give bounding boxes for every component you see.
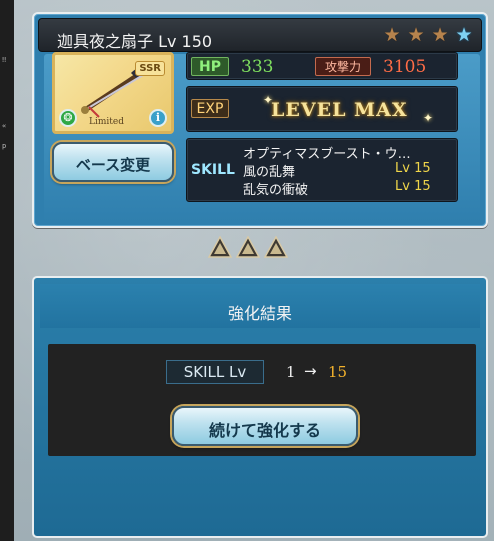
rarity-badge: SSR	[135, 61, 165, 76]
exp-row: EXP ✦ LEVEL MAX ✦	[186, 86, 458, 132]
attack-value: 3105	[383, 57, 427, 77]
left-sidebar-strip: ‼ « p	[0, 0, 14, 541]
star-icon: ★	[407, 24, 425, 46]
up-arrow-icon	[264, 236, 288, 258]
continue-upgrade-button[interactable]: 続けて強化する	[172, 406, 358, 446]
result-header: 強化結果	[40, 284, 480, 328]
skill-level: Lv 15	[395, 179, 431, 194]
weapon-thumbnail[interactable]: SSR ❂ Limited i	[52, 52, 174, 134]
up-arrow-icon	[208, 236, 232, 258]
star-icon: ★	[383, 24, 401, 46]
skill-level: Lv 15	[395, 161, 431, 176]
item-title-bar: 迦具夜之扇子 Lv 150 ★ ★ ★ ★	[38, 18, 482, 52]
skill-level-from: 1	[286, 363, 296, 381]
continue-upgrade-label: 続けて強化する	[208, 421, 321, 440]
change-base-button[interactable]: ベース変更	[52, 142, 174, 182]
level-max-text: LEVEL MAX	[271, 99, 408, 121]
sparkle-icon: ✦	[423, 111, 434, 125]
skill-level-to: 15	[328, 363, 348, 381]
sidebar-mark: «	[2, 122, 7, 130]
upgrade-result-panel: 強化結果 SKILL Lv 1 → 15 続けて強化する	[32, 276, 488, 538]
skill-name: 風の乱舞	[243, 165, 296, 180]
skill-name: 乱気の衝破	[243, 183, 309, 198]
skill-name: オプティマスブースト・ウ…	[243, 147, 411, 162]
hp-label: HP	[191, 57, 229, 76]
item-name-level: 迦具夜之扇子 Lv 150	[57, 32, 213, 51]
uncap-stars: ★ ★ ★ ★	[383, 25, 473, 45]
arrow-right-icon: →	[304, 362, 317, 380]
star-icon: ★	[431, 24, 449, 46]
star-icon: ★	[455, 24, 473, 46]
game-screen: 迦具夜之扇子 Lv 150 ★ ★ ★ ★ SSR ❂ Limited i HP…	[14, 0, 494, 541]
skill-box: SKILL オプティマスブースト・ウ… 風の乱舞 Lv 15 乱気の衝破 Lv …	[186, 138, 458, 202]
hp-value: 333	[241, 57, 274, 77]
limited-label: Limited	[89, 117, 124, 127]
exp-label: EXP	[191, 99, 229, 118]
change-base-label: ベース変更	[75, 156, 151, 174]
stats-row: HP 333 攻撃力 3105	[186, 52, 458, 80]
upgrade-arrows	[208, 236, 288, 258]
result-title: 強化結果	[227, 304, 292, 323]
sidebar-mark: p	[2, 142, 7, 150]
info-icon[interactable]: i	[149, 109, 167, 127]
attack-label: 攻撃力	[315, 57, 371, 76]
up-arrow-icon	[236, 236, 260, 258]
sidebar-mark: ‼	[2, 56, 7, 64]
skill-level-label: SKILL Lv	[166, 360, 264, 384]
wind-element-icon: ❂	[59, 109, 77, 127]
skill-label: SKILL	[191, 162, 235, 178]
